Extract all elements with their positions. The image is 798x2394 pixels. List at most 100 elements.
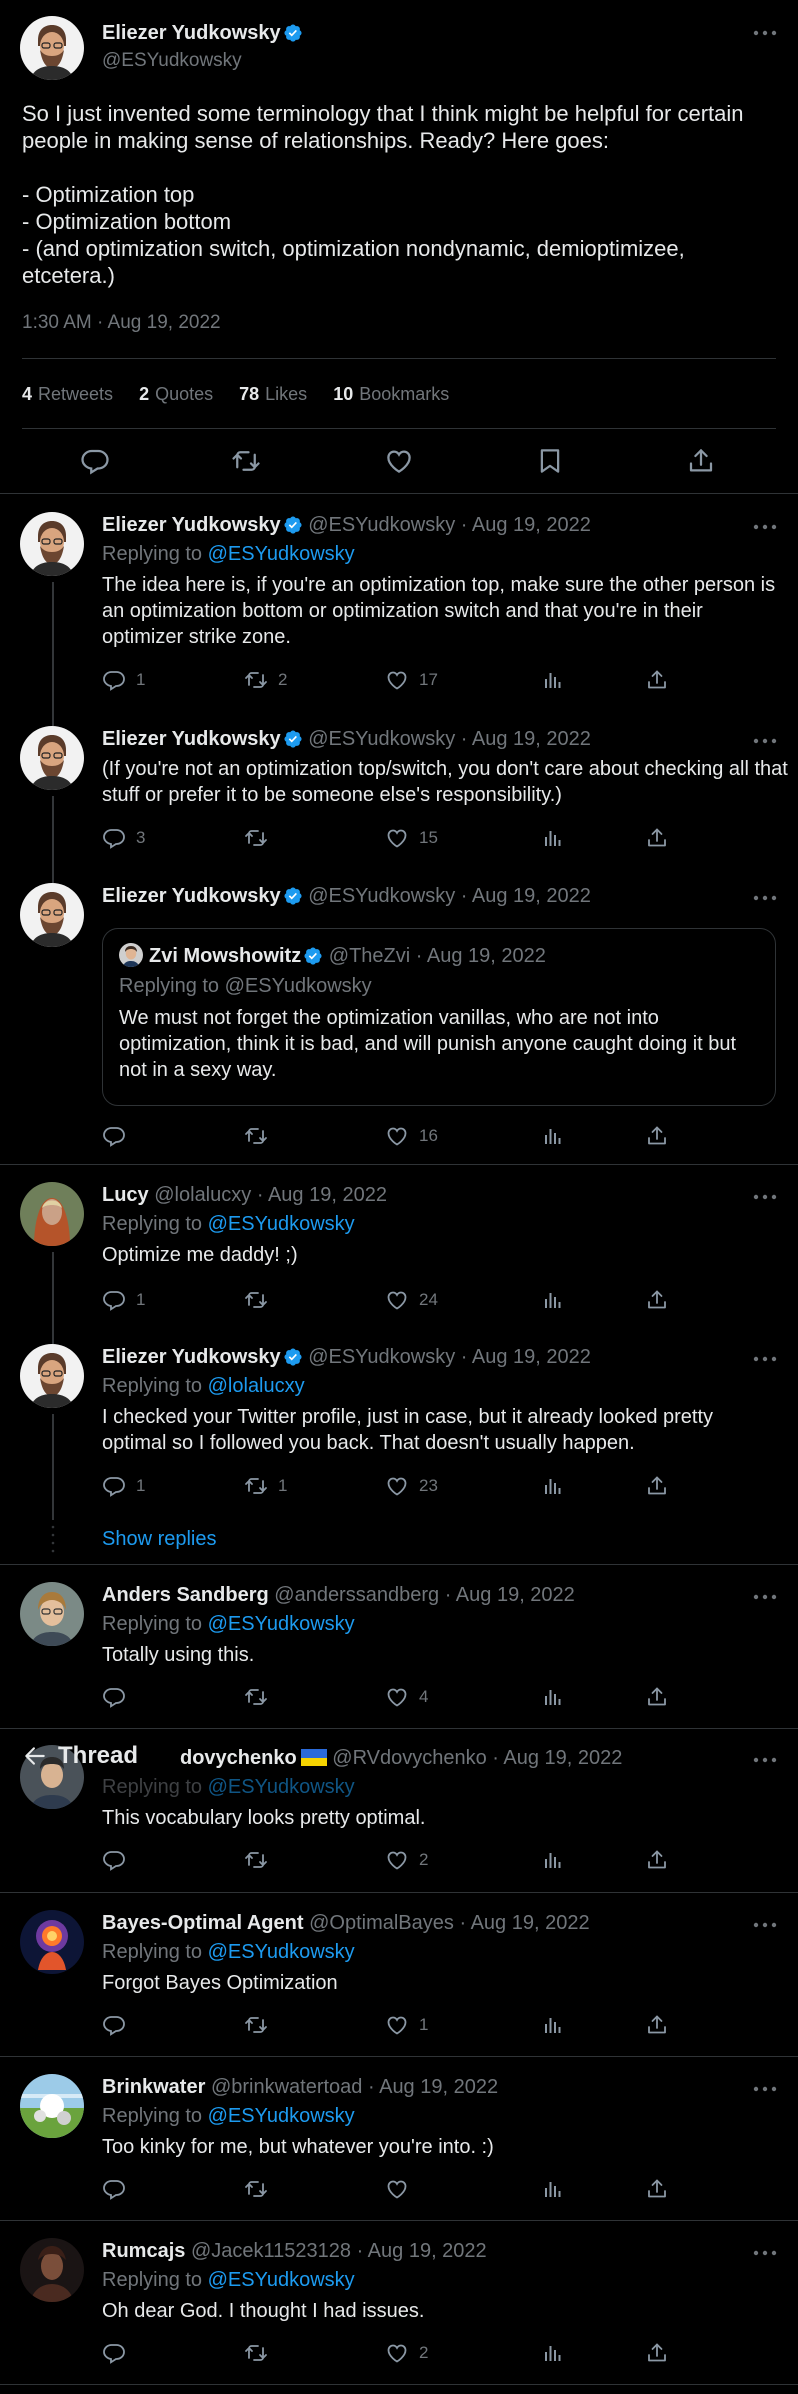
reply-button[interactable] [102,1847,136,1873]
retweet-button[interactable] [244,2012,278,2038]
retweet-icon[interactable] [231,446,261,476]
views-button[interactable] [541,2012,565,2038]
reply-tweet[interactable]: Lucy @lolalucxy · Aug 19, 2022 Replying … [0,1182,798,1316]
reply-date[interactable]: · Aug 19, 2022 [461,728,591,750]
retweet-button[interactable] [244,1847,278,1873]
avatar[interactable] [20,1582,84,1646]
reply-button[interactable]: 1 [102,667,145,693]
reply-button[interactable] [102,1684,136,1710]
reply-button[interactable]: 1 [102,1473,145,1499]
like-button[interactable]: 24 [385,1287,438,1313]
reply-date[interactable]: · Aug 19, 2022 [461,885,591,907]
views-button[interactable] [541,1473,565,1499]
replying-to-link[interactable]: @ESYudkowsky [208,1213,355,1235]
like-button[interactable]: 23 [385,1473,438,1499]
author-handle[interactable]: @ESYudkowsky [102,50,242,72]
share-button[interactable] [645,667,669,693]
reply-date[interactable]: · Aug 19, 2022 [368,2076,498,2098]
bookmark-icon[interactable] [535,446,565,476]
reply-button[interactable]: 1 [102,1287,145,1313]
reply-date[interactable]: · Aug 19, 2022 [257,1184,387,1206]
reply-tweet[interactable]: Eliezer Yudkowsky @ESYudkowsky · Aug 19,… [0,861,798,1161]
replying-to-link[interactable]: @ESYudkowsky [208,1776,355,1798]
author-handle[interactable]: @ESYudkowsky [308,885,455,907]
avatar[interactable] [20,883,84,947]
like-button[interactable]: 15 [385,825,438,851]
retweet-button[interactable] [244,1287,278,1313]
share-button[interactable] [645,2176,669,2202]
views-button[interactable] [541,2340,565,2366]
more-icon[interactable] [752,28,778,38]
like-button[interactable]: 2 [385,1847,428,1873]
share-button[interactable] [645,1847,669,1873]
more-icon[interactable] [752,736,778,746]
retweet-button[interactable]: 2 [244,667,287,693]
author-handle[interactable]: @brinkwatertoad [211,2076,362,2098]
retweet-button[interactable] [244,825,278,851]
reply-date[interactable]: · Aug 19, 2022 [445,1584,575,1606]
reply-button[interactable]: 3 [102,825,145,851]
like-button[interactable]: 4 [385,1684,428,1710]
author-handle[interactable]: @ESYudkowsky [308,514,455,536]
avatar[interactable] [20,1344,84,1408]
more-icon[interactable] [752,1354,778,1364]
reply-tweet[interactable]: Eliezer Yudkowsky @ESYudkowsky · Aug 19,… [0,1316,798,1520]
like-button[interactable]: 17 [385,667,438,693]
reply-date[interactable]: · Aug 19, 2022 [492,1747,622,1769]
replying-to-link[interactable]: @lolalucxy [208,1375,305,1397]
avatar[interactable] [20,1182,84,1246]
more-icon[interactable] [752,522,778,532]
like-icon[interactable] [384,446,414,476]
author-handle[interactable]: @ESYudkowsky [308,728,455,750]
more-icon[interactable] [752,1755,778,1765]
avatar[interactable] [20,726,84,790]
replying-to-link[interactable]: @ESYudkowsky [208,2269,355,2291]
author-handle[interactable]: @OptimalBayes [309,1912,454,1934]
views-button[interactable] [541,825,565,851]
share-button[interactable] [645,825,669,851]
more-icon[interactable] [752,893,778,903]
reply-icon[interactable] [80,446,110,476]
author-handle[interactable]: @ESYudkowsky [308,1346,455,1368]
quotes-stat[interactable]: 2 Quotes [139,384,213,405]
views-button[interactable] [541,1287,565,1313]
show-replies-link[interactable]: Show replies [102,1528,217,1551]
replying-to-link[interactable]: @ESYudkowsky [208,1613,355,1635]
author-name-text[interactable]: Eliezer Yudkowsky [102,22,281,44]
avatar[interactable] [20,1910,84,1974]
reply-date[interactable]: · Aug 19, 2022 [461,1346,591,1368]
more-icon[interactable] [752,1192,778,1202]
replying-to-link[interactable]: @ESYudkowsky [208,2105,355,2127]
avatar[interactable] [20,2074,84,2138]
reply-tweet[interactable]: Brinkwater @brinkwatertoad · Aug 19, 202… [0,2074,798,2204]
share-button[interactable] [645,1684,669,1710]
tweet-timestamp[interactable]: 1:30 AM · Aug 19, 2022 [22,312,221,334]
like-button[interactable]: 1 [385,2012,428,2038]
share-button[interactable] [645,1123,669,1149]
reply-tweet[interactable]: Eliezer Yudkowsky @ESYudkowsky · Aug 19,… [0,512,798,698]
reply-date[interactable]: · Aug 19, 2022 [357,2240,487,2262]
back-arrow-icon[interactable] [22,1743,48,1769]
share-button[interactable] [645,2340,669,2366]
retweet-button[interactable] [244,2176,278,2202]
more-icon[interactable] [752,1920,778,1930]
author-name[interactable]: Brinkwater [102,2076,205,2098]
more-icon[interactable] [752,2084,778,2094]
author-handle[interactable]: @lolalucxy [154,1184,251,1206]
more-icon[interactable] [752,2248,778,2258]
reply-tweet[interactable]: Bayes-Optimal Agent @OptimalBayes · Aug … [0,1910,798,2040]
reply-date[interactable]: · Aug 19, 2022 [461,514,591,536]
share-button[interactable] [645,1287,669,1313]
views-button[interactable] [541,1123,565,1149]
author-name[interactable]: dovychenko [180,1747,297,1769]
author-handle[interactable]: @anderssandberg [274,1584,439,1606]
author-name[interactable]: Eliezer Yudkowsky [102,22,303,45]
replying-to-link[interactable]: @ESYudkowsky [208,1941,355,1963]
retweets-stat[interactable]: 4 Retweets [22,384,113,405]
like-button[interactable]: 2 [385,2340,428,2366]
author-handle[interactable]: @Jacek11523128 [191,2240,351,2262]
author-name[interactable]: Eliezer Yudkowsky [102,885,281,907]
reply-button[interactable] [102,2012,136,2038]
share-button[interactable] [645,2012,669,2038]
reply-tweet[interactable]: Anders Sandberg @anderssandberg · Aug 19… [0,1582,798,1712]
